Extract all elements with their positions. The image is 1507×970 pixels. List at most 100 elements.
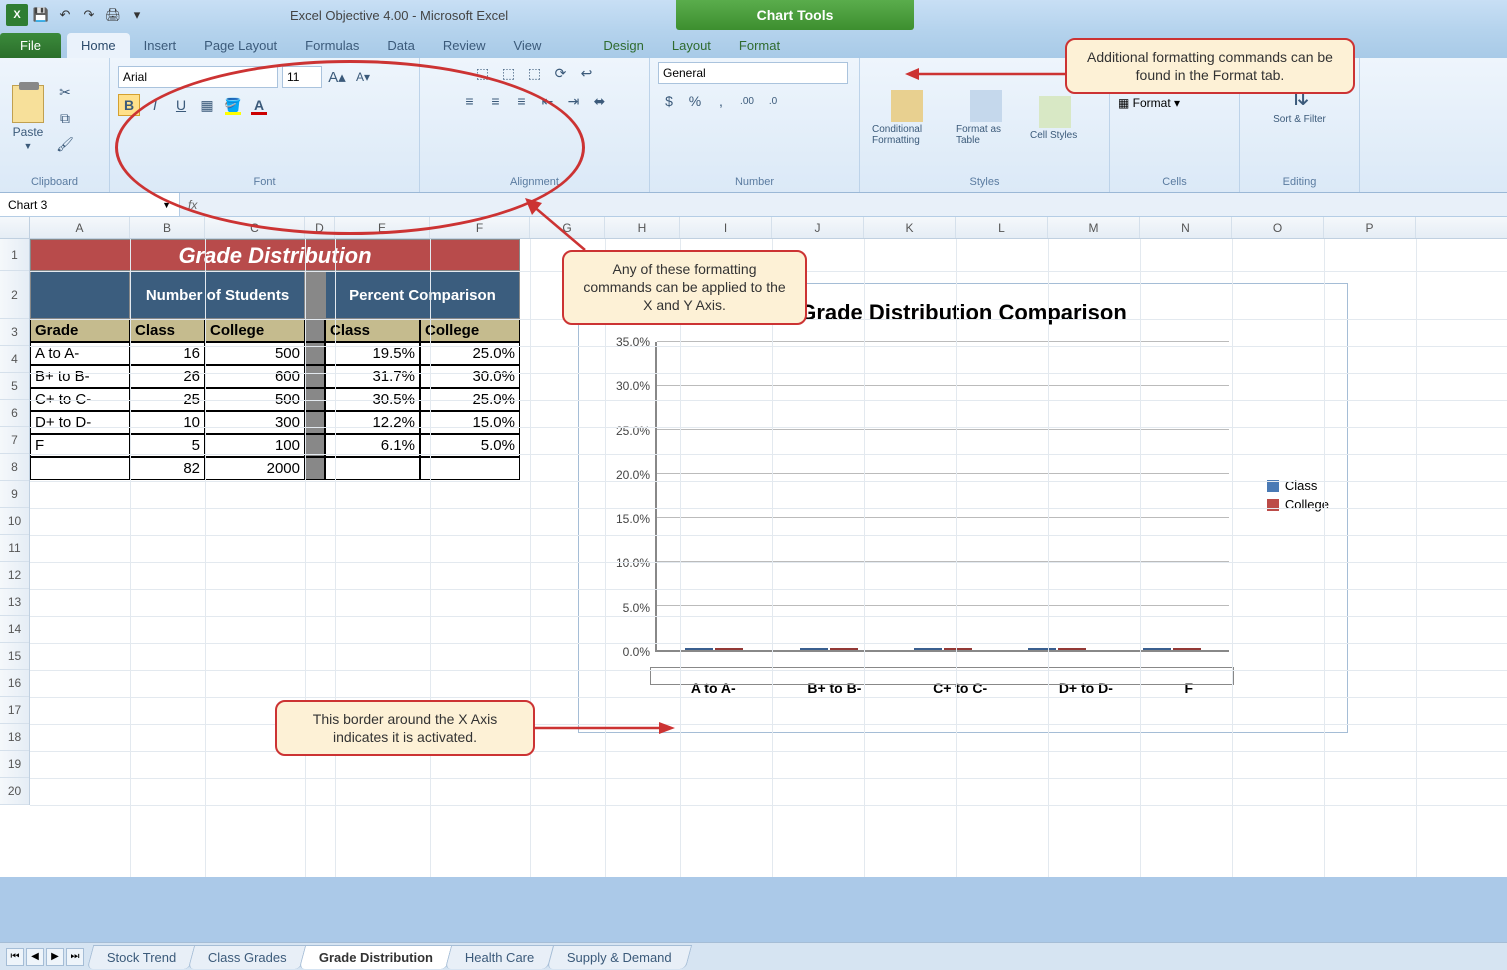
align-right-icon[interactable]: ≡ (511, 90, 533, 112)
row-header[interactable]: 5 (0, 373, 29, 400)
tab-home[interactable]: Home (67, 33, 130, 58)
col-header[interactable]: E (335, 217, 430, 238)
format-cells-button[interactable]: ▦ Format ▾ (1118, 96, 1180, 110)
select-all-corner[interactable] (0, 217, 30, 238)
merge-center-icon[interactable]: ⬌ (589, 90, 611, 112)
undo-icon[interactable]: ↶ (54, 4, 76, 26)
col-header[interactable]: O (1232, 217, 1324, 238)
increase-font-icon[interactable]: A▴ (326, 66, 348, 88)
tab-page-layout[interactable]: Page Layout (190, 33, 291, 58)
bar-group[interactable] (908, 648, 978, 650)
tab-data[interactable]: Data (373, 33, 428, 58)
row-header[interactable]: 9 (0, 481, 29, 508)
conditional-formatting-button[interactable]: Conditional Formatting (868, 86, 946, 150)
tab-file[interactable]: File (0, 33, 61, 58)
cells-area[interactable]: Grade Distribution Number of Students Pe… (30, 239, 1507, 877)
col-header[interactable]: P (1324, 217, 1416, 238)
paste-button[interactable]: Paste ▼ (8, 81, 48, 155)
tab-grade-distribution[interactable]: Grade Distribution (299, 945, 454, 969)
row-header[interactable]: 20 (0, 778, 29, 805)
col-header[interactable]: M (1048, 217, 1140, 238)
row-header[interactable]: 6 (0, 400, 29, 427)
italic-button[interactable]: I (144, 94, 166, 116)
tab-insert[interactable]: Insert (130, 33, 191, 58)
col-header[interactable]: G (530, 217, 605, 238)
row-header[interactable]: 4 (0, 346, 29, 373)
tab-layout[interactable]: Layout (658, 33, 725, 58)
bar-group[interactable] (679, 648, 749, 650)
row-header[interactable]: 2 (0, 271, 29, 319)
col-header[interactable]: H (605, 217, 680, 238)
tab-formulas[interactable]: Formulas (291, 33, 373, 58)
next-sheet-icon[interactable]: ▶ (46, 948, 64, 966)
row-header[interactable]: 15 (0, 643, 29, 670)
row-header[interactable]: 10 (0, 508, 29, 535)
increase-indent-icon[interactable]: ⇥ (563, 90, 585, 112)
decrease-decimal-icon[interactable]: .0 (762, 90, 784, 112)
row-header[interactable]: 18 (0, 724, 29, 751)
col-header[interactable]: F (430, 217, 530, 238)
font-color-button[interactable]: A (248, 94, 270, 116)
underline-button[interactable]: U (170, 94, 192, 116)
y-axis[interactable]: 0.0%5.0%10.0%15.0%20.0%25.0%30.0%35.0% (595, 342, 650, 652)
currency-icon[interactable]: $ (658, 90, 680, 112)
tab-stock-trend[interactable]: Stock Trend (87, 945, 197, 969)
align-bottom-icon[interactable]: ⬚ (524, 62, 546, 84)
col-header[interactable]: C (205, 217, 305, 238)
bar-group[interactable] (1137, 648, 1207, 650)
fx-icon[interactable]: fx (180, 198, 205, 212)
col-header[interactable]: L (956, 217, 1048, 238)
align-top-icon[interactable]: ⬚ (472, 62, 494, 84)
row-header[interactable]: 3 (0, 319, 29, 346)
last-sheet-icon[interactable]: ⏭ (66, 948, 84, 966)
font-size-input[interactable] (282, 66, 322, 88)
tab-design[interactable]: Design (589, 33, 657, 58)
row-header[interactable]: 1 (0, 239, 29, 271)
col-header[interactable]: N (1140, 217, 1232, 238)
excel-icon[interactable]: X (6, 4, 28, 26)
col-header[interactable]: A (30, 217, 130, 238)
row-header[interactable]: 17 (0, 697, 29, 724)
col-header[interactable]: D (305, 217, 335, 238)
number-format-select[interactable] (658, 62, 848, 84)
percent-icon[interactable]: % (684, 90, 706, 112)
row-header[interactable]: 7 (0, 427, 29, 454)
row-header[interactable]: 13 (0, 589, 29, 616)
decrease-indent-icon[interactable]: ⇤ (537, 90, 559, 112)
col-header[interactable]: B (130, 217, 205, 238)
border-button[interactable]: ▦ (196, 94, 218, 116)
tab-view[interactable]: View (499, 33, 555, 58)
row-header[interactable]: 8 (0, 454, 29, 481)
bar-group[interactable] (1022, 648, 1092, 650)
first-sheet-icon[interactable]: ⏮ (6, 948, 24, 966)
align-middle-icon[interactable]: ⬚ (498, 62, 520, 84)
row-header[interactable]: 11 (0, 535, 29, 562)
orientation-icon[interactable]: ⟳ (550, 62, 572, 84)
format-as-table-button[interactable]: Format as Table (952, 86, 1020, 150)
decrease-font-icon[interactable]: A▾ (352, 66, 374, 88)
font-name-input[interactable] (118, 66, 278, 88)
align-center-icon[interactable]: ≡ (485, 90, 507, 112)
name-box[interactable]: Chart 3 ▼ (0, 193, 180, 216)
fill-color-button[interactable]: 🪣 (222, 94, 244, 116)
qat-dropdown-icon[interactable]: ▾ (126, 4, 148, 26)
format-painter-icon[interactable]: 🖌 (54, 133, 76, 155)
col-header[interactable]: J (772, 217, 864, 238)
row-header[interactable]: 14 (0, 616, 29, 643)
cut-icon[interactable]: ✂ (54, 81, 76, 103)
tab-class-grades[interactable]: Class Grades (188, 945, 307, 969)
print-icon[interactable]: 🖨 (102, 4, 124, 26)
prev-sheet-icon[interactable]: ◀ (26, 948, 44, 966)
row-header[interactable]: 12 (0, 562, 29, 589)
comma-icon[interactable]: , (710, 90, 732, 112)
bar-group[interactable] (794, 648, 864, 650)
cell-styles-button[interactable]: Cell Styles (1026, 92, 1084, 145)
tab-format[interactable]: Format (725, 33, 794, 58)
row-header[interactable]: 19 (0, 751, 29, 778)
col-header[interactable]: I (680, 217, 772, 238)
wrap-text-icon[interactable]: ↩ (576, 62, 598, 84)
x-axis-labels[interactable]: A to A-B+ to B-C+ to C-D+ to D-F (655, 672, 1229, 680)
copy-icon[interactable]: ⧉ (54, 107, 76, 129)
redo-icon[interactable]: ↷ (78, 4, 100, 26)
align-left-icon[interactable]: ≡ (459, 90, 481, 112)
